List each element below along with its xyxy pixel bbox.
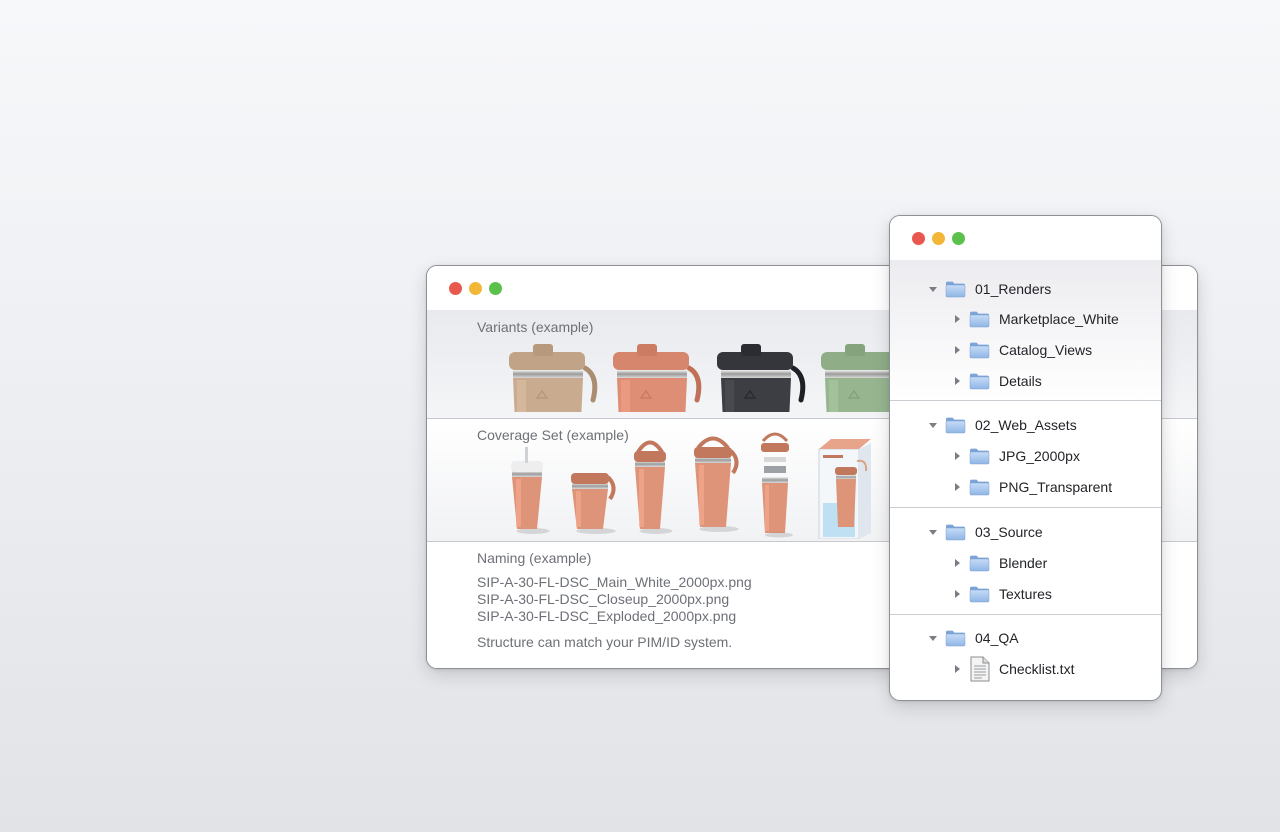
folder-row-marketplace-white[interactable]: Marketplace_White — [950, 307, 1119, 331]
folder-icon — [969, 447, 990, 465]
folder-name: 04_QA — [975, 630, 1019, 646]
triangle-right-icon[interactable] — [950, 662, 964, 676]
variant-thumbnails — [509, 344, 889, 412]
close-window-button[interactable] — [912, 232, 925, 245]
minimize-window-button[interactable] — [932, 232, 945, 245]
folder-group: 01_Renders Marketplace_White Catalog_Vie… — [890, 260, 1161, 400]
folder-name: 01_Renders — [975, 281, 1052, 297]
coverage-thumbnail — [634, 440, 673, 534]
folder-row-details[interactable]: Details — [950, 369, 1042, 393]
variant-thumbnail — [821, 344, 889, 412]
folder-group: 04_QA Checklist.txt — [890, 615, 1161, 700]
folder-icon — [969, 310, 990, 328]
folder-icon — [969, 554, 990, 572]
coverage-thumbnail — [818, 439, 871, 539]
folder-name: JPG_2000px — [999, 448, 1080, 464]
triangle-right-icon[interactable] — [950, 343, 964, 357]
text-file-icon — [969, 656, 991, 682]
folder-icon — [969, 478, 990, 496]
close-window-button[interactable] — [449, 282, 462, 295]
folder-name: PNG_Transparent — [999, 479, 1113, 495]
folder-name: Blender — [999, 555, 1048, 571]
folder-name: Catalog_Views — [999, 342, 1093, 358]
folder-icon — [969, 585, 990, 603]
variant-thumbnail — [613, 344, 702, 412]
maximize-window-button[interactable] — [489, 282, 502, 295]
triangle-right-icon[interactable] — [950, 480, 964, 494]
triangle-right-icon[interactable] — [950, 374, 964, 388]
triangle-down-icon[interactable] — [926, 525, 940, 539]
file-name: Checklist.txt — [999, 661, 1075, 677]
folder-name: 02_Web_Assets — [975, 417, 1077, 433]
folder-group: 03_Source Blender Textures — [890, 508, 1161, 614]
variant-thumbnail — [509, 344, 598, 412]
triangle-down-icon[interactable] — [926, 418, 940, 432]
window-controls — [912, 232, 965, 245]
folder-row-blender[interactable]: Blender — [950, 551, 1047, 575]
folder-row-png-transparent[interactable]: PNG_Transparent — [950, 475, 1112, 499]
folder-name: 03_Source — [975, 524, 1043, 540]
folder-row-textures[interactable]: Textures — [950, 582, 1052, 606]
triangle-right-icon[interactable] — [950, 556, 964, 570]
coverage-thumbnails — [511, 432, 871, 539]
folder-icon — [945, 416, 966, 434]
coverage-thumbnail — [694, 436, 739, 532]
folder-name: Marketplace_White — [999, 311, 1119, 327]
folder-name: Textures — [999, 586, 1052, 602]
folder-row-03-source[interactable]: 03_Source — [926, 520, 1043, 544]
folder-row-jpg-2000px[interactable]: JPG_2000px — [950, 444, 1080, 468]
filename-example: SIP-A-30-FL-DSC_Closeup_2000px.png — [477, 591, 730, 607]
file-row-checklist[interactable]: Checklist.txt — [950, 657, 1074, 681]
triangle-down-icon[interactable] — [926, 631, 940, 645]
filename-example: SIP-A-30-FL-DSC_Main_White_2000px.png — [477, 574, 752, 590]
window-controls — [449, 282, 502, 295]
triangle-right-icon[interactable] — [950, 312, 964, 326]
folder-row-catalog-views[interactable]: Catalog_Views — [950, 338, 1092, 362]
triangle-right-icon[interactable] — [950, 449, 964, 463]
filename-example: SIP-A-30-FL-DSC_Exploded_2000px.png — [477, 608, 737, 624]
folder-icon — [969, 341, 990, 359]
minimize-window-button[interactable] — [469, 282, 482, 295]
folder-row-04-qa[interactable]: 04_QA — [926, 626, 1019, 650]
coverage-thumbnail — [761, 432, 793, 538]
naming-label: Naming (example) — [477, 550, 592, 566]
folder-group: 02_Web_Assets JPG_2000px PNG_Transparent — [890, 401, 1161, 507]
folder-icon — [969, 372, 990, 390]
folder-row-02-web-assets[interactable]: 02_Web_Assets — [926, 413, 1077, 437]
triangle-right-icon[interactable] — [950, 587, 964, 601]
structure-note: Structure can match your PIM/ID system. — [477, 634, 733, 650]
maximize-window-button[interactable] — [952, 232, 965, 245]
coverage-thumbnail — [571, 473, 616, 534]
file-window-titlebar — [890, 216, 1161, 260]
coverage-thumbnail — [511, 447, 550, 534]
variant-thumbnail — [717, 344, 806, 412]
folder-icon — [945, 280, 966, 298]
folder-structure-window: 01_Renders Marketplace_White Catalog_Vie… — [889, 215, 1162, 701]
variants-label: Variants (example) — [477, 319, 594, 335]
folder-icon — [945, 629, 966, 647]
folder-row-01-renders[interactable]: 01_Renders — [926, 277, 1051, 301]
folder-icon — [945, 523, 966, 541]
triangle-down-icon[interactable] — [926, 282, 940, 296]
folder-name: Details — [999, 373, 1042, 389]
